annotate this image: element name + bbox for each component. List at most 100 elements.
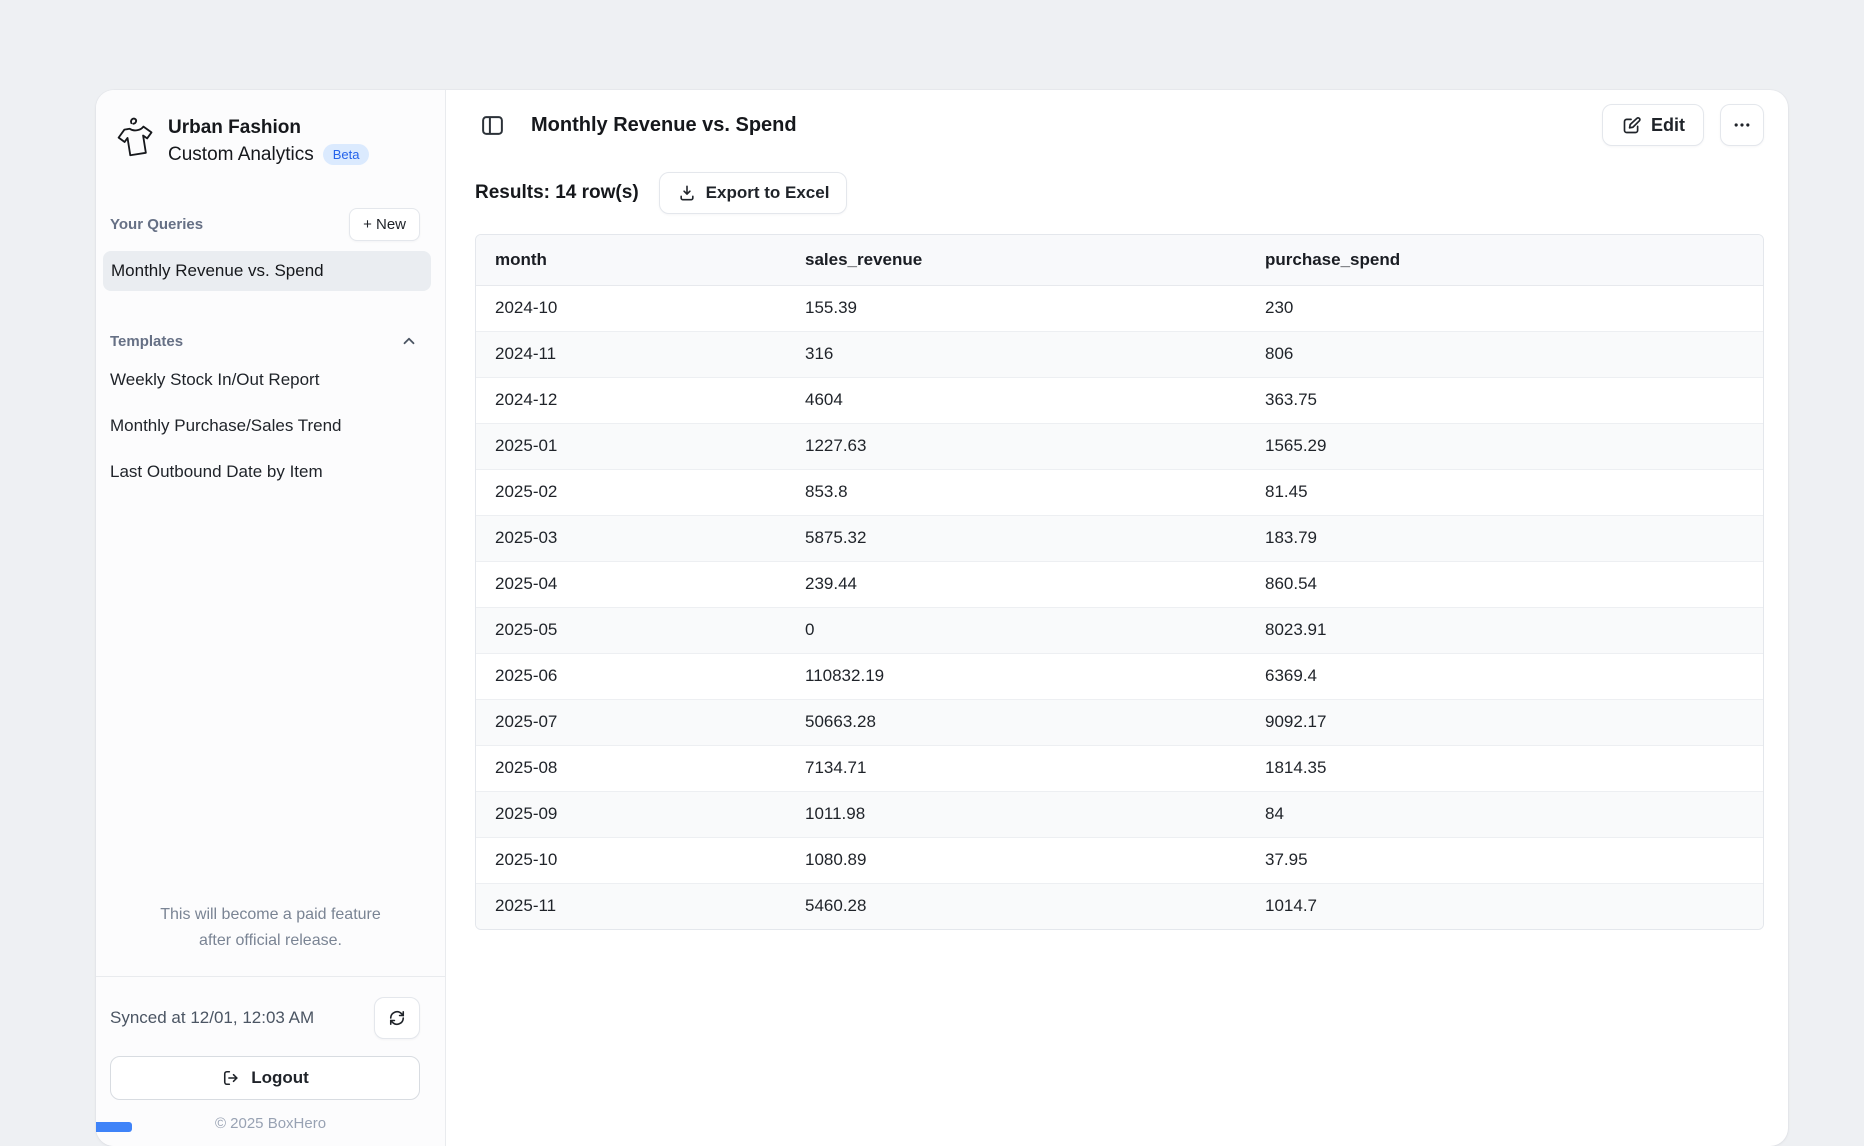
- main-header: Monthly Revenue vs. Spend Edit: [475, 102, 1764, 148]
- table-cell: 155.39: [786, 285, 1246, 331]
- copyright-text: © 2025 BoxHero: [96, 1115, 445, 1146]
- table-cell: 806: [1246, 331, 1763, 377]
- main-content: Monthly Revenue vs. Spend Edit: [446, 90, 1788, 1146]
- table-cell: 239.44: [786, 561, 1246, 607]
- templates-section-header: Templates: [96, 325, 445, 357]
- results-table: month sales_revenue purchase_spend 2024-…: [475, 234, 1764, 930]
- table-cell: 50663.28: [786, 699, 1246, 745]
- new-query-button[interactable]: + New: [349, 208, 420, 241]
- table-cell: 5875.32: [786, 515, 1246, 561]
- table-cell: 1565.29: [1246, 423, 1763, 469]
- sidebar-item-query-selected[interactable]: Monthly Revenue vs. Spend: [103, 251, 431, 291]
- table-row: 2024-124604363.75: [476, 377, 1763, 423]
- paid-feature-notice: This will become a paid feature after of…: [96, 902, 445, 954]
- sync-status-text: Synced at 12/01, 12:03 AM: [110, 1008, 314, 1028]
- table-row: 2025-087134.711814.35: [476, 745, 1763, 791]
- logout-button[interactable]: Logout: [110, 1056, 420, 1100]
- table-row: 2025-0508023.91: [476, 607, 1763, 653]
- table-row: 2025-115460.281014.7: [476, 883, 1763, 929]
- table-cell: 84: [1246, 791, 1763, 837]
- table-cell: 2025-02: [476, 469, 786, 515]
- table-row: 2025-04239.44860.54: [476, 561, 1763, 607]
- table-cell: 6369.4: [1246, 653, 1763, 699]
- template-item[interactable]: Monthly Purchase/Sales Trend: [96, 403, 445, 449]
- chevron-up-icon: [400, 332, 418, 350]
- table-cell: 2025-03: [476, 515, 786, 561]
- sidebar-toggle-button[interactable]: [475, 108, 509, 142]
- queries-section-header: Your Queries + New: [96, 206, 445, 242]
- edit-button-label: Edit: [1651, 115, 1685, 136]
- table-cell: 2025-07: [476, 699, 786, 745]
- templates-collapse-button[interactable]: [398, 330, 420, 352]
- table-row: 2025-02853.881.45: [476, 469, 1763, 515]
- table-cell: 9092.17: [1246, 699, 1763, 745]
- refresh-button[interactable]: [374, 997, 420, 1039]
- table-cell: 110832.19: [786, 653, 1246, 699]
- sync-row: Synced at 12/01, 12:03 AM: [110, 997, 420, 1039]
- table-cell: 1227.63: [786, 423, 1246, 469]
- table-cell: 1011.98: [786, 791, 1246, 837]
- table-row: 2025-091011.9884: [476, 791, 1763, 837]
- table-cell: 2025-11: [476, 883, 786, 929]
- queries-section-label: Your Queries: [110, 216, 203, 233]
- table-cell: 4604: [786, 377, 1246, 423]
- table-cell: 2025-06: [476, 653, 786, 699]
- more-options-button[interactable]: [1720, 104, 1764, 146]
- export-button-label: Export to Excel: [706, 183, 830, 203]
- table-cell: 2024-10: [476, 285, 786, 331]
- table-cell: 2025-10: [476, 837, 786, 883]
- brand: Urban Fashion Custom Analytics Beta: [96, 90, 445, 168]
- table-cell: 81.45: [1246, 469, 1763, 515]
- table-cell: 2024-11: [476, 331, 786, 377]
- column-header-month: month: [476, 235, 786, 285]
- table-cell: 37.95: [1246, 837, 1763, 883]
- table-cell: 5460.28: [786, 883, 1246, 929]
- download-icon: [677, 183, 697, 203]
- templates-section-label: Templates: [110, 333, 183, 350]
- panel-left-icon: [480, 113, 505, 138]
- table-cell: 1080.89: [786, 837, 1246, 883]
- edit-button[interactable]: Edit: [1602, 104, 1704, 146]
- template-item[interactable]: Weekly Stock In/Out Report: [96, 357, 445, 403]
- table-row: 2025-06110832.196369.4: [476, 653, 1763, 699]
- column-header-purchase-spend: purchase_spend: [1246, 235, 1763, 285]
- sidebar: Urban Fashion Custom Analytics Beta Your…: [96, 90, 446, 1146]
- table-cell: 2025-08: [476, 745, 786, 791]
- sidebar-footer-divider: [96, 976, 445, 977]
- template-item[interactable]: Last Outbound Date by Item: [96, 449, 445, 495]
- table-row: 2025-011227.631565.29: [476, 423, 1763, 469]
- table-cell: 2025-05: [476, 607, 786, 653]
- paid-feature-notice-line1: This will become a paid feature: [116, 902, 425, 928]
- results-summary: Results: 14 row(s): [475, 182, 639, 204]
- paid-feature-notice-line2: after official release.: [116, 928, 425, 954]
- table-cell: 1814.35: [1246, 745, 1763, 791]
- table-row: 2024-11316806: [476, 331, 1763, 377]
- table-row: 2025-101080.8937.95: [476, 837, 1763, 883]
- logout-icon: [221, 1068, 241, 1088]
- table-cell: 1014.7: [1246, 883, 1763, 929]
- page-title: Monthly Revenue vs. Spend: [531, 114, 797, 137]
- brand-title: Urban Fashion: [168, 114, 369, 141]
- table-row: 2025-0750663.289092.17: [476, 699, 1763, 745]
- bottom-blue-strip: [96, 1122, 132, 1132]
- results-row: Results: 14 row(s) Export to Excel: [475, 172, 1764, 214]
- table-row: 2024-10155.39230: [476, 285, 1763, 331]
- table-cell: 2024-12: [476, 377, 786, 423]
- table-cell: 7134.71: [786, 745, 1246, 791]
- ellipsis-icon: [1732, 115, 1752, 135]
- table-cell: 363.75: [1246, 377, 1763, 423]
- tshirt-doodle-icon: [112, 114, 154, 162]
- table-cell: 0: [786, 607, 1246, 653]
- table-cell: 316: [786, 331, 1246, 377]
- refresh-icon: [387, 1008, 407, 1028]
- export-to-excel-button[interactable]: Export to Excel: [659, 172, 848, 214]
- table-cell: 2025-04: [476, 561, 786, 607]
- table-cell: 2025-01: [476, 423, 786, 469]
- file-pencil-icon: [1621, 115, 1642, 136]
- beta-badge: Beta: [323, 144, 370, 165]
- table-cell: 853.8: [786, 469, 1246, 515]
- table-row: 2025-035875.32183.79: [476, 515, 1763, 561]
- table-cell: 2025-09: [476, 791, 786, 837]
- column-header-sales-revenue: sales_revenue: [786, 235, 1246, 285]
- results-table-body: 2024-10155.392302024-113168062024-124604…: [476, 285, 1763, 929]
